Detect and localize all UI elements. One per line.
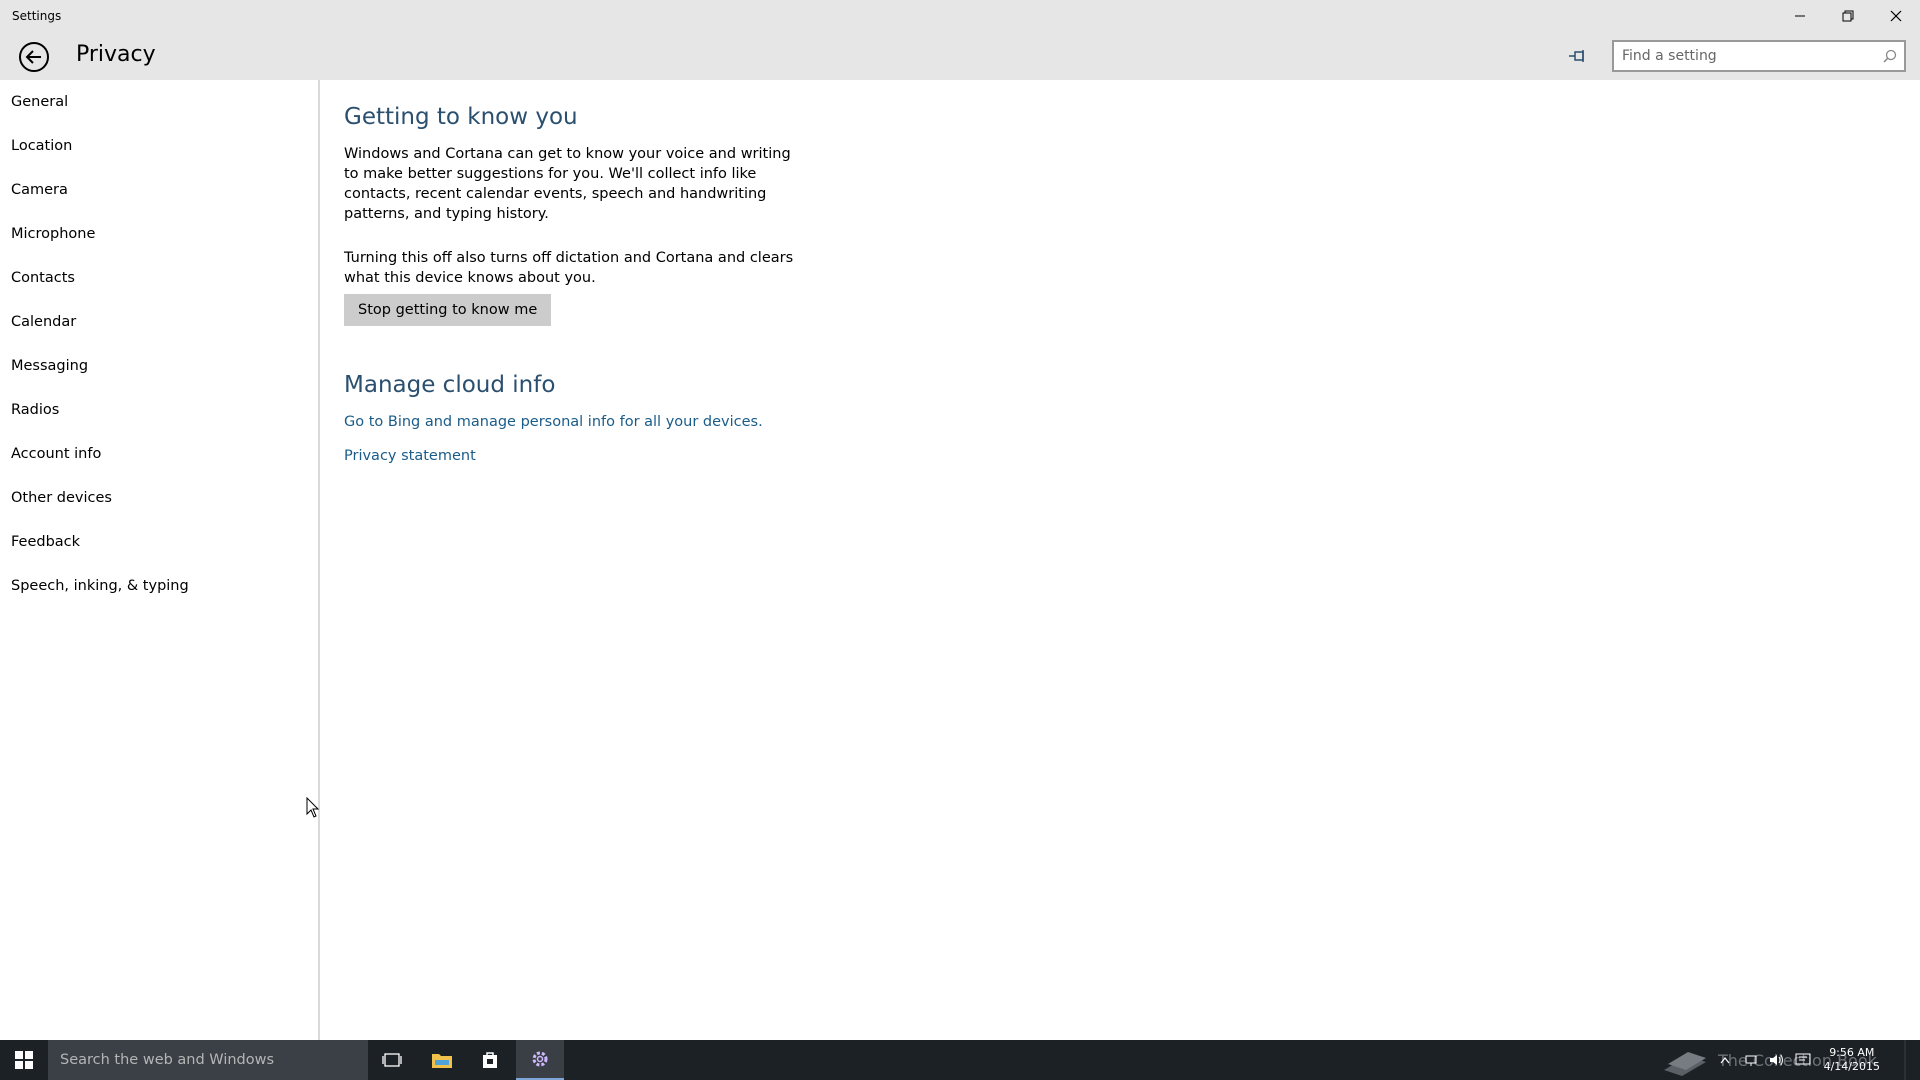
sidebar-item-messaging[interactable]: Messaging <box>0 344 318 388</box>
manage-cloud-info-section: Manage cloud info Go to Bing and manage … <box>344 372 1044 464</box>
file-explorer-button[interactable] <box>418 1040 466 1080</box>
warning-paragraph: Turning this off also turns off dictatio… <box>344 250 794 286</box>
bing-manage-info-link[interactable]: Go to Bing and manage personal info for … <box>344 414 1044 430</box>
sidebar-item-camera[interactable]: Camera <box>0 168 318 212</box>
desktop-edge-icon <box>1904 1040 1906 1080</box>
show-desktop-button[interactable] <box>1890 1040 1920 1080</box>
close-icon <box>1890 10 1902 22</box>
store-bag-icon <box>483 1052 497 1068</box>
page-title: Privacy <box>76 42 156 67</box>
windows-logo-icon <box>15 1051 33 1069</box>
pin-icon <box>1569 50 1584 62</box>
back-arrow-icon <box>19 42 49 72</box>
pin-button[interactable] <box>1566 44 1590 68</box>
task-view-icon <box>382 1053 402 1067</box>
network-button[interactable] <box>1738 1040 1764 1080</box>
sidebar-item-calendar[interactable]: Calendar <box>0 300 318 344</box>
sidebar-item-feedback[interactable]: Feedback <box>0 520 318 564</box>
sidebar-item-general[interactable]: General <box>0 80 318 124</box>
page-header: Privacy <box>0 32 1920 80</box>
settings-taskbar-button[interactable] <box>516 1040 564 1080</box>
speaker-icon <box>1769 1054 1783 1066</box>
start-button[interactable] <box>0 1040 48 1080</box>
settings-window: Settings Privacy Find a setting General … <box>0 0 1920 1040</box>
sidebar-item-microphone[interactable]: Microphone <box>0 212 318 256</box>
sidebar-item-radios[interactable]: Radios <box>0 388 318 432</box>
title-bar: Settings <box>0 0 1920 32</box>
sidebar-item-contacts[interactable]: Contacts <box>0 256 318 300</box>
message-icon <box>1795 1053 1811 1065</box>
network-icon <box>1745 1055 1757 1066</box>
mouse-cursor-icon <box>306 797 320 818</box>
store-button[interactable] <box>466 1040 514 1080</box>
sidebar-item-other-devices[interactable]: Other devices <box>0 476 318 520</box>
task-view-button[interactable] <box>368 1040 416 1080</box>
folder-icon <box>432 1054 452 1068</box>
description-paragraph: Windows and Cortana can get to know your… <box>344 146 791 222</box>
taskbar-search-placeholder: Search the web and Windows <box>60 1052 275 1068</box>
taskbar-search-box[interactable]: Search the web and Windows <box>48 1040 368 1080</box>
minimize-button[interactable] <box>1776 0 1824 32</box>
tray-overflow-button[interactable] <box>1712 1040 1738 1080</box>
privacy-statement-link[interactable]: Privacy statement <box>344 448 1044 464</box>
section-title-getting-to-know-you: Getting to know you <box>344 104 578 130</box>
chevron-up-icon <box>1720 1057 1730 1064</box>
sidebar-item-location[interactable]: Location <box>0 124 318 168</box>
minimize-icon <box>1795 15 1805 17</box>
back-button[interactable] <box>18 41 50 73</box>
section-title-manage-cloud-info: Manage cloud info <box>344 372 556 398</box>
messages-button[interactable] <box>1790 1040 1816 1080</box>
stop-getting-to-know-me-button[interactable]: Stop getting to know me <box>344 294 552 326</box>
app-title: Settings <box>12 9 62 23</box>
taskbar-clock[interactable]: 9:56 AM 4/14/2015 <box>1816 1046 1890 1074</box>
window-controls <box>1776 0 1920 32</box>
search-input[interactable] <box>1614 42 1876 70</box>
privacy-sidebar: General Location Camera Microphone Conta… <box>0 80 320 1040</box>
clock-time: 9:56 AM <box>1829 1046 1875 1059</box>
restore-icon <box>1842 10 1854 22</box>
sidebar-item-account-info[interactable]: Account info <box>0 432 318 476</box>
restore-button[interactable] <box>1824 0 1872 32</box>
system-tray: 9:56 AM 4/14/2015 <box>1712 1040 1920 1080</box>
gear-icon <box>532 1051 548 1067</box>
close-button[interactable] <box>1872 0 1920 32</box>
volume-button[interactable] <box>1764 1040 1790 1080</box>
sidebar-item-speech-inking-typing[interactable]: Speech, inking, & typing <box>0 564 318 608</box>
taskbar: Search the web and Windows The Collectio… <box>0 1040 1920 1080</box>
find-setting-search[interactable] <box>1612 40 1906 72</box>
clock-date: 4/14/2015 <box>1823 1060 1880 1073</box>
main-content: Getting to know you Windows and Cortana … <box>344 80 1044 464</box>
book-icon <box>1664 1052 1706 1076</box>
search-icon[interactable] <box>1876 42 1904 70</box>
